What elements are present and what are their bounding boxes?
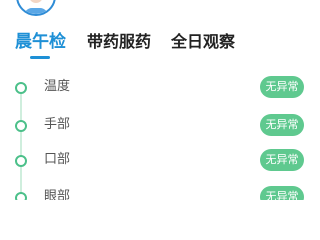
timeline-dot-icon	[15, 120, 27, 132]
check-row-temperature: 温度 无异常	[0, 70, 320, 108]
status-badge: 无异常	[260, 76, 304, 98]
check-row-mouth: 口部 无异常	[0, 143, 320, 181]
active-tab-indicator	[30, 56, 50, 59]
check-row-hands: 手部 无异常	[0, 108, 320, 146]
avatar-collar	[24, 8, 48, 14]
check-label: 手部	[44, 117, 71, 132]
tab-full-day-observation[interactable]: 全日观察	[171, 32, 235, 52]
morning-check-screen: 晨午检 带药服药 全日观察 温度 无异常 手部 无异常 口部 无异常 眼部 无异…	[0, 0, 320, 200]
status-badge: 无异常	[260, 186, 304, 200]
timeline-dot-icon	[15, 155, 27, 167]
timeline-dot-icon	[15, 82, 27, 94]
avatar-face	[29, 0, 43, 3]
check-label: 眼部	[44, 189, 71, 200]
tab-morning-check[interactable]: 晨午检	[15, 32, 66, 52]
status-badge: 无异常	[260, 149, 304, 171]
status-badge: 无异常	[260, 114, 304, 136]
check-label: 口部	[44, 152, 71, 167]
tab-bar: 晨午检 带药服药 全日观察	[0, 28, 320, 68]
tab-medication[interactable]: 带药服药	[87, 32, 151, 52]
check-label: 温度	[44, 79, 71, 94]
timeline-dot-icon	[15, 192, 27, 200]
check-row-eyes: 眼部 无异常	[0, 180, 320, 200]
avatar[interactable]	[16, 0, 56, 16]
